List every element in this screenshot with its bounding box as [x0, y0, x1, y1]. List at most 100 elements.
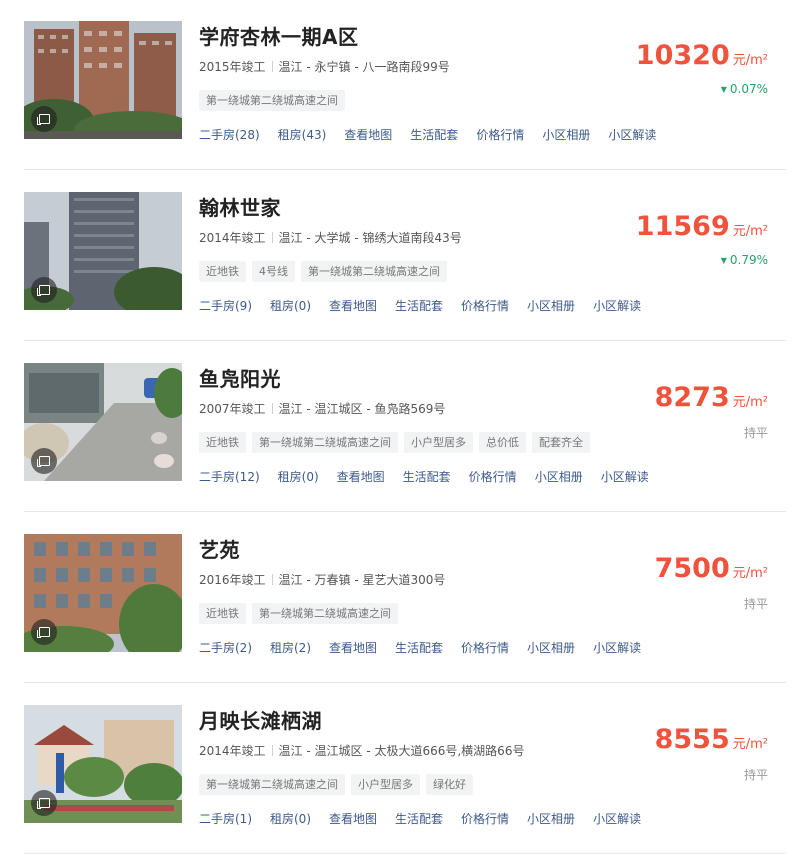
- community-name[interactable]: 鱼凫阳光: [199, 363, 281, 392]
- photo-album-icon[interactable]: [31, 448, 57, 474]
- price-value: 8273: [654, 382, 730, 413]
- rent-link[interactable]: 租房(0): [270, 299, 311, 313]
- price-trend-link[interactable]: 价格行情: [469, 470, 517, 484]
- tag-list: 近地铁 第一绕城第二绕城高速之间 小户型居多 总价低 配套齐全: [199, 431, 596, 453]
- feature-tag: 4号线: [252, 261, 295, 282]
- community-meta: 2016年竣工 温江 - 万春镇 - 星艺大道300号: [199, 571, 445, 588]
- listing-photo[interactable]: [24, 21, 182, 139]
- community-meta: 2014年竣工 温江 - 温江城区 - 太极大道666号,横湖路66号: [199, 742, 524, 759]
- row-divider: [24, 511, 786, 512]
- tag-list: 近地铁 第一绕城第二绕城高速之间: [199, 602, 404, 624]
- feature-tag: 第一绕城第二绕城高速之间: [199, 774, 345, 795]
- divider: [271, 403, 273, 414]
- unit-price: 8273 元/m²: [655, 382, 768, 413]
- price-change: ▼ 0.79%: [721, 253, 768, 267]
- amenities-link[interactable]: 生活配套: [395, 641, 443, 655]
- divider: [271, 745, 273, 756]
- price-change: ▼ 0.07%: [721, 82, 768, 96]
- analysis-link[interactable]: 小区解读: [601, 470, 649, 484]
- community-name[interactable]: 月映长滩栖湖: [199, 705, 322, 734]
- listing-photo[interactable]: [24, 192, 182, 310]
- price-value: 7500: [654, 553, 730, 584]
- change-value: 持平: [743, 426, 768, 440]
- change-value: 持平: [743, 597, 768, 611]
- secondhand-link[interactable]: 二手房(12): [199, 470, 260, 484]
- listing-photo[interactable]: [24, 534, 182, 652]
- change-value: 0.07%: [729, 82, 768, 96]
- listing-item[interactable]: 学府杏林一期A区 2015年竣工 温江 - 永宁镇 - 八一路南段99号 第一绕城…: [0, 0, 794, 170]
- action-links: 二手房(9) 租房(0) 查看地图 生活配套 价格行情 小区相册 小区解读: [199, 297, 659, 314]
- rent-link[interactable]: 租房(0): [270, 812, 311, 826]
- listing-item[interactable]: 翰林世家 2014年竣工 温江 - 大学城 - 锦绣大道南段43号 近地铁 4号线第…: [0, 171, 794, 341]
- community-meta: 2015年竣工 温江 - 永宁镇 - 八一路南段99号: [199, 58, 450, 75]
- feature-tag: 小户型居多: [351, 774, 420, 795]
- amenities-link[interactable]: 生活配套: [410, 128, 458, 142]
- unit-price: 11569 元/m²: [636, 211, 768, 242]
- triangle-down-icon: ▼: [720, 85, 727, 94]
- price-value: 11569: [635, 211, 730, 242]
- album-link[interactable]: 小区相册: [527, 299, 575, 313]
- feature-tag: 近地铁: [199, 261, 246, 282]
- price-trend-link[interactable]: 价格行情: [461, 812, 509, 826]
- price-trend-link[interactable]: 价格行情: [461, 299, 509, 313]
- built-year: 2014年竣工: [199, 744, 266, 758]
- map-link[interactable]: 查看地图: [329, 812, 377, 826]
- location: 温江 - 温江城区 - 太极大道666号,横湖路66号: [278, 744, 525, 758]
- rent-link[interactable]: 租房(0): [278, 470, 319, 484]
- secondhand-link[interactable]: 二手房(1): [199, 812, 252, 826]
- unit-price: 8555 元/m²: [655, 724, 768, 755]
- listing-photo[interactable]: [24, 705, 182, 823]
- location: 温江 - 永宁镇 - 八一路南段99号: [278, 60, 450, 74]
- price-trend-link[interactable]: 价格行情: [461, 641, 509, 655]
- feature-tag: 第一绕城第二绕城高速之间: [301, 261, 447, 282]
- price-unit: 元/m²: [732, 566, 768, 581]
- community-meta: 2007年竣工 温江 - 温江城区 - 鱼凫路569号: [199, 400, 445, 417]
- community-name[interactable]: 翰林世家: [199, 192, 281, 221]
- photo-album-icon[interactable]: [31, 790, 57, 816]
- album-link[interactable]: 小区相册: [527, 641, 575, 655]
- rent-link[interactable]: 租房(2): [270, 641, 311, 655]
- map-link[interactable]: 查看地图: [344, 128, 392, 142]
- amenities-link[interactable]: 生活配套: [395, 299, 443, 313]
- tag-list: 第一绕城第二绕城高速之间 小户型居多 绿化好: [199, 773, 479, 795]
- album-link[interactable]: 小区相册: [535, 470, 583, 484]
- unit-price: 10320 元/m²: [636, 40, 768, 71]
- photo-album-icon[interactable]: [31, 106, 57, 132]
- photo-album-icon[interactable]: [31, 277, 57, 303]
- feature-tag: 近地铁: [199, 603, 246, 624]
- built-year: 2015年竣工: [199, 60, 266, 74]
- photo-album-icon[interactable]: [31, 619, 57, 645]
- tag-list: 近地铁 4号线 第一绕城第二绕城高速之间: [199, 260, 453, 282]
- feature-tag: 第一绕城第二绕城高速之间: [199, 90, 345, 111]
- listing-item[interactable]: 艺苑 2016年竣工 温江 - 万春镇 - 星艺大道300号 近地铁 第一绕城第二绕…: [0, 513, 794, 683]
- secondhand-link[interactable]: 二手房(28): [199, 128, 260, 142]
- built-year: 2014年竣工: [199, 231, 266, 245]
- amenities-link[interactable]: 生活配套: [403, 470, 451, 484]
- built-year: 2007年竣工: [199, 402, 266, 416]
- price-trend-link[interactable]: 价格行情: [476, 128, 524, 142]
- divider: [271, 574, 273, 585]
- analysis-link[interactable]: 小区解读: [593, 812, 641, 826]
- listing-photo[interactable]: [24, 363, 182, 481]
- feature-tag: 配套齐全: [532, 432, 590, 453]
- built-year: 2016年竣工: [199, 573, 266, 587]
- map-link[interactable]: 查看地图: [329, 641, 377, 655]
- analysis-link[interactable]: 小区解读: [608, 128, 656, 142]
- analysis-link[interactable]: 小区解读: [593, 641, 641, 655]
- community-name[interactable]: 学府杏林一期A区: [199, 21, 358, 50]
- divider: [271, 61, 273, 72]
- analysis-link[interactable]: 小区解读: [593, 299, 641, 313]
- rent-link[interactable]: 租房(43): [278, 128, 327, 142]
- map-link[interactable]: 查看地图: [329, 299, 377, 313]
- secondhand-link[interactable]: 二手房(9): [199, 299, 252, 313]
- amenities-link[interactable]: 生活配套: [395, 812, 443, 826]
- map-link[interactable]: 查看地图: [337, 470, 385, 484]
- feature-tag: 第一绕城第二绕城高速之间: [252, 432, 398, 453]
- secondhand-link[interactable]: 二手房(2): [199, 641, 252, 655]
- price-change: 持平: [744, 766, 768, 783]
- album-link[interactable]: 小区相册: [542, 128, 590, 142]
- community-name[interactable]: 艺苑: [199, 534, 240, 563]
- listing-item[interactable]: 鱼凫阳光 2007年竣工 温江 - 温江城区 - 鱼凫路569号 近地铁 第一绕城第…: [0, 342, 794, 512]
- listing-item[interactable]: 月映长滩栖湖 2014年竣工 温江 - 温江城区 - 太极大道666号,横湖路66…: [0, 684, 794, 854]
- album-link[interactable]: 小区相册: [527, 812, 575, 826]
